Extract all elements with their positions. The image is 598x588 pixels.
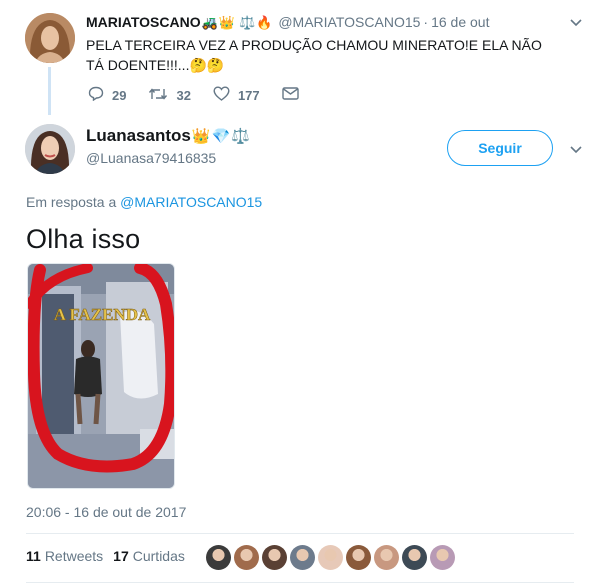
liker-avatar[interactable] (402, 545, 427, 570)
likes-stat[interactable]: 17 Curtidas (113, 548, 185, 564)
likes-label: Curtidas (132, 548, 185, 564)
crown-emoji: 👑 (191, 127, 211, 145)
tweet-media-image[interactable]: A FAZENDA (27, 263, 175, 489)
stats-bottom-divider (26, 582, 574, 583)
tractor-emoji: 🚜 (201, 14, 218, 30)
parent-header: MARIATOSCANO 🚜 👑 ⚖️ 🔥 @MARIATOSCANO15 · … (86, 14, 489, 30)
crown-emoji: 👑 (218, 14, 235, 30)
liker-avatar[interactable] (206, 545, 231, 570)
scales-emoji: ⚖️ (231, 127, 250, 145)
follow-button[interactable]: Seguir (447, 130, 553, 166)
like-icon (213, 86, 238, 104)
main-tweet-text: Olha isso (26, 224, 141, 254)
main-handle[interactable]: @Luanasa79416835 (86, 150, 216, 166)
retweets-label: Retweets (44, 548, 104, 564)
liker-avatar[interactable] (346, 545, 371, 570)
reply-prefix: Em resposta a (26, 194, 117, 210)
parent-display-name[interactable]: MARIATOSCANO (86, 14, 201, 30)
tweet-timestamp[interactable]: 20:06 - 16 de out de 2017 (26, 504, 186, 520)
liker-avatar[interactable] (374, 545, 399, 570)
parent-time[interactable]: 16 de out (431, 14, 489, 30)
like-button[interactable]: 177 (213, 86, 260, 104)
parent-avatar[interactable] (25, 13, 75, 63)
reply-to-handle-link[interactable]: @MARIATOSCANO15 (120, 194, 262, 210)
main-display-name-row: Luanasantos 👑 💎 ⚖️ (86, 126, 250, 146)
like-count: 177 (237, 87, 260, 103)
liker-avatar[interactable] (234, 545, 259, 570)
diamond-emoji: 💎 (211, 127, 231, 145)
parent-handle[interactable]: @MARIATOSCANO15 (278, 14, 420, 30)
thread-connector (48, 67, 51, 115)
retweet-count: 32 (176, 87, 191, 103)
retweets-stat[interactable]: 11 Retweets (26, 548, 103, 564)
retweet-button[interactable]: 32 (148, 87, 191, 104)
reply-context: Em resposta a @MARIATOSCANO15 (26, 194, 262, 210)
main-tweet: Luanasantos 👑 💎 ⚖️ @Luanasa79416835 Segu… (0, 118, 598, 588)
liker-avatars (206, 545, 458, 570)
stats-top-divider (26, 533, 574, 534)
parent-tweet[interactable]: MARIATOSCANO 🚜 👑 ⚖️ 🔥 @MARIATOSCANO15 · … (0, 0, 598, 118)
scales-emoji: ⚖️ (238, 14, 256, 30)
liker-avatar[interactable] (430, 545, 455, 570)
retweets-count: 11 (26, 548, 41, 564)
reply-count: 29 (112, 87, 127, 103)
liker-avatar[interactable] (262, 545, 287, 570)
engagement-stats: 11 Retweets 17 Curtidas (26, 548, 195, 564)
liker-avatar[interactable] (290, 545, 315, 570)
direct-message-icon (281, 87, 307, 103)
liker-avatar[interactable] (318, 545, 343, 570)
parent-tweet-text: PELA TERCEIRA VEZ A PRODUÇÃO CHAMOU MINE… (86, 37, 542, 73)
chevron-down-icon[interactable] (570, 15, 582, 30)
likes-count: 17 (113, 548, 129, 564)
reply-button[interactable]: 29 (88, 86, 126, 104)
parent-action-bar: 29 32 177 (88, 86, 329, 104)
retweet-icon (148, 87, 176, 104)
chevron-down-icon[interactable] (570, 142, 582, 157)
reply-icon (88, 86, 112, 104)
header-separator: · (423, 14, 429, 30)
main-display-name[interactable]: Luanasantos (86, 126, 191, 146)
direct-message-button[interactable] (281, 87, 307, 103)
media-caption: A FAZENDA (54, 305, 151, 324)
main-avatar[interactable] (25, 124, 75, 174)
fire-emoji: 🔥 (256, 14, 273, 30)
